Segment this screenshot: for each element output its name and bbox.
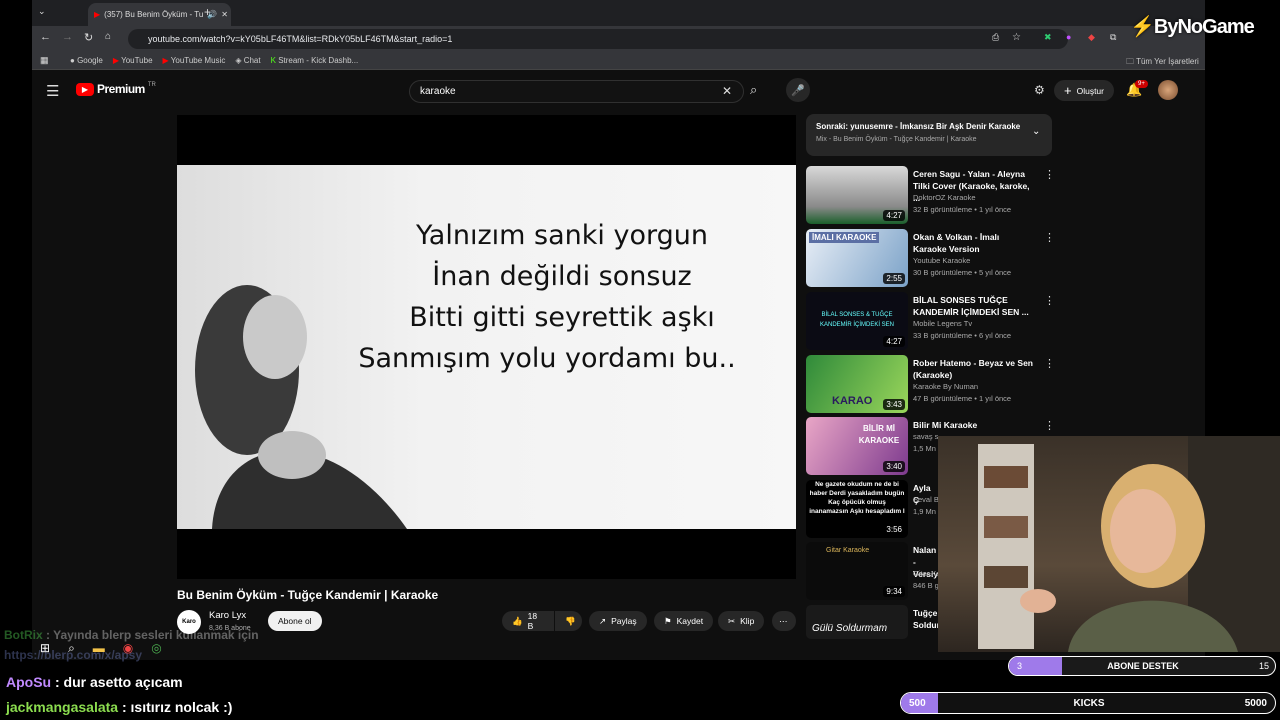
lyrics-text: Yalnızım sanki yorgun İnan değildi sonsu… [358,220,736,374]
video-thumbnail[interactable]: BİLİR Mİ KARAOKE 3:40 [806,417,908,475]
bookmark-youtube-music[interactable]: ▶ YouTube Music [163,56,226,65]
playlist-item[interactable]: İMALI KARAOKE 2:55 Okan & Volkan - İmalı… [806,229,1056,287]
thumbs-down-icon: 👎 [565,615,576,626]
video-thumbnail[interactable]: Gitar Karaoke 9:34 [806,542,908,600]
video-title: Bu Benim Öyküm - Tuğçe Kandemir | Karaok… [177,588,439,602]
youtube-play-icon: ▶ [76,82,94,96]
more-vertical-icon[interactable]: ⋮ [1044,231,1055,244]
youtube-logo[interactable]: ▶ Premium TR [76,82,156,96]
video-thumbnail[interactable]: İMALI KARAOKE 2:55 [806,229,908,287]
playlist-item[interactable]: 4:27 Ceren Sagu - Yalan - Aleyna Tilki C… [806,166,1056,224]
folder-icon[interactable]: ▬ [93,641,105,655]
next-title: Sonraki: yunusemre - İmkansız Bir Aşk De… [816,122,1021,131]
video-thumbnail[interactable]: Ne gazete okudum ne de bi haber Derdi ya… [806,480,908,538]
search-input[interactable]: karaoke ✕ [409,80,744,103]
create-button[interactable]: + Oluştur [1054,80,1114,101]
chevron-down-icon[interactable]: ⌄ [1032,126,1040,137]
new-tab-icon[interactable]: + [204,5,211,19]
search-icon[interactable]: ⌕ [68,641,75,656]
next-subtitle: Mix - Bu Benim Öyküm - Tuğçe Kandemir | … [816,136,977,143]
tab-list-icon[interactable]: ⌄ [38,6,46,17]
menu-icon[interactable]: ☰ [46,82,59,100]
up-next-panel[interactable]: Sonraki: yunusemre - İmkansız Bir Aşk De… [806,114,1052,156]
search-icon[interactable]: ⌕ [750,82,757,98]
microphone-icon[interactable]: 🎤 [786,78,810,102]
kicks-goal-bar: 500 KICKS 5000 [900,692,1276,714]
avatar[interactable] [1158,80,1178,100]
video-thumbnail[interactable]: KARAO 3:43 [806,355,908,413]
scissors-icon: ✂ [728,615,736,626]
bookmark-kick[interactable]: K Stream - Kick Dashb... [271,56,359,65]
more-horizontal-icon: ⋯ [779,615,788,626]
tab-title: (357) Bu Benim Öyküm - Tu [104,10,204,19]
back-icon[interactable]: ← [40,31,51,43]
apps-grid-icon[interactable]: ▦ [40,55,49,66]
close-tab-icon[interactable]: ✕ [221,10,228,19]
extension-icon[interactable]: ● [1066,32,1071,42]
video-thumbnail[interactable]: BİLAL SONSES & TUĞÇE KANDEMİR İÇİMDEKİ S… [806,292,908,350]
all-bookmarks[interactable]: 🗀 Tüm Yer İşaretleri [1126,56,1199,70]
subscriber-goal-bar: 3 ABONE DESTEK 15 [1008,656,1276,676]
browser-tab-bar: ⌄ ▶ (357) Bu Benim Öyküm - Tu 🔊 ✕ + [32,0,1205,26]
home-icon[interactable]: ⌂ [105,31,111,42]
bookmark-youtube[interactable]: ▶ YouTube [113,56,153,65]
bynogame-logo-icon: ⚡ [1130,16,1155,38]
url-text: youtube.com/watch?v=kY05bLF46TM&list=RDk… [148,34,453,44]
chrome-icon[interactable]: ◎ [151,641,161,655]
extension-icon[interactable]: ◆ [1088,32,1095,43]
playlist-item[interactable]: BİLAL SONSES & TUĞÇE KANDEMİR İÇİMDEKİ S… [806,292,1056,350]
notification-badge: 9+ [1135,80,1148,88]
extension-icon[interactable]: ✖ [1044,32,1052,43]
more-vertical-icon[interactable]: ⋮ [1044,168,1055,181]
bookmark-star-icon[interactable]: ☆ [1012,32,1021,43]
video-thumbnail[interactable]: 4:27 [806,166,908,224]
channel-name[interactable]: Karo Lyx [209,610,246,621]
video-frame: Yalnızım sanki yorgun İnan değildi sonsu… [177,165,796,529]
share-icon: ↗ [599,615,607,626]
playlist-item[interactable]: KARAO 3:43 Rober Hatemo - Beyaz ve Sen (… [806,355,1056,413]
forward-icon[interactable]: → [62,31,73,43]
bookmarks-bar: ▦ ● Google ▶ YouTube ▶ YouTube Music ◈ C… [32,52,1205,70]
more-vertical-icon[interactable]: ⋮ [1044,419,1055,432]
more-vertical-icon[interactable]: ⋮ [1044,294,1055,307]
chat-message: jackmangasalata : ısıtırız nolcak :) [6,699,233,715]
streamer-camera-image [978,436,1280,652]
reload-icon[interactable]: ↻ [84,31,93,44]
stream-logo: ⚡ByNoGame [1130,16,1255,38]
windows-start-icon[interactable]: ⊞ [40,641,50,655]
url-bar[interactable]: youtube.com/watch?v=kY05bLF46TM&list=RDk… [128,29,1068,49]
app-icon[interactable]: ◉ [123,641,133,655]
address-toolbar: ← → ↻ ⌂ youtube.com/watch?v=kY05bLF46TM&… [32,26,1205,52]
chat-message: ApoSu : dur asetto açıcam [6,674,183,690]
more-vertical-icon[interactable]: ⋮ [1044,357,1055,370]
plus-icon: + [1064,83,1072,98]
install-icon[interactable]: ⎙ [992,32,999,43]
thumbs-up-icon: 👍 [512,615,523,626]
webcam-overlay [938,436,1280,652]
cast-icon[interactable]: ⚙ [1034,83,1045,97]
bookmark-icon: ⚑ [664,615,672,626]
clear-search-icon[interactable]: ✕ [722,84,732,98]
windows-taskbar: ⊞ ⌕ ▬ ◉ ◎ [0,638,200,658]
bookmark-chat[interactable]: ◈ Chat [235,56,260,65]
video-player[interactable]: Yalnızım sanki yorgun İnan değildi sonsu… [177,115,796,579]
extensions-puzzle-icon[interactable]: ⧉ [1110,32,1116,43]
youtube-favicon-icon: ▶ [94,10,101,19]
bookmark-google[interactable]: ● Google [70,56,103,65]
